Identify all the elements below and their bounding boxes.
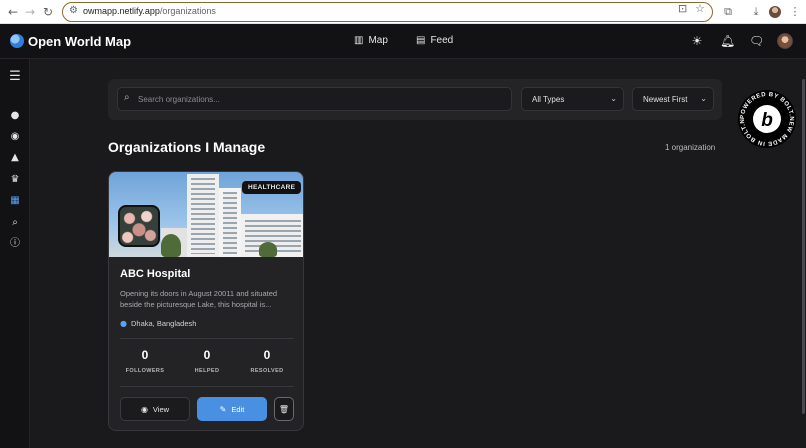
info-icon[interactable]: ⓘ: [7, 236, 23, 252]
chevron-down-icon: ⌄: [700, 94, 707, 103]
forward-icon[interactable]: →: [21, 3, 39, 21]
site-info-icon[interactable]: ⚙: [69, 5, 78, 16]
scrollbar-thumb[interactable]: [802, 79, 805, 414]
organization-icon[interactable]: ▦: [7, 193, 23, 209]
divider: [120, 386, 294, 387]
organization-count: 1 organization: [665, 143, 716, 152]
app-header: Open World Map ▥ Map ▤ Feed ☀ 🔔︎ 🗨︎: [0, 24, 806, 59]
browser-menu-icon[interactable]: ⋮: [787, 3, 803, 21]
view-button-label: View: [152, 404, 170, 414]
eye-icon: ◉: [140, 404, 148, 414]
compass-icon[interactable]: ◉: [7, 129, 23, 145]
type-select-value: All Types: [532, 95, 565, 104]
organization-description: Opening its doors in August 20011 and si…: [120, 289, 278, 309]
user-icon[interactable]: ●: [7, 108, 23, 124]
user-avatar[interactable]: [777, 33, 793, 49]
url-text: owmapp.netlify.app/organizations: [83, 6, 216, 16]
extensions-icon[interactable]: ⧉: [720, 3, 736, 21]
globe-logo-icon: [10, 34, 24, 48]
stat-value: 0: [141, 348, 149, 362]
stat-label: FOLLOWERS: [125, 368, 165, 374]
nav-feed[interactable]: ▤ Feed: [416, 35, 453, 46]
category-badge: HEALTHCARE: [242, 181, 302, 194]
map-icon: ▥: [354, 35, 364, 46]
trophy-icon[interactable]: ♛: [7, 172, 23, 188]
stat-helped: 0 HELPED: [177, 348, 237, 374]
url-path: /organizations: [159, 6, 216, 16]
organization-avatar: [118, 205, 160, 247]
chevron-down-icon: ⌄: [610, 94, 617, 103]
organization-location: ● Dhaka, Bangladesh: [120, 319, 196, 328]
search-icon[interactable]: ⌕: [7, 215, 23, 231]
search-icon: ⌕: [124, 92, 130, 103]
messages-icon[interactable]: 🗨︎: [749, 34, 764, 48]
sun-icon[interactable]: ☀: [690, 34, 704, 48]
sort-select-value: Newest First: [643, 95, 688, 104]
menu-icon[interactable]: ☰: [7, 69, 23, 85]
section-title: Organizations I Manage: [108, 139, 266, 155]
search-field[interactable]: ⌕: [117, 87, 512, 111]
reload-icon[interactable]: ↻: [39, 3, 57, 21]
back-icon[interactable]: ←: [4, 3, 22, 21]
nav-feed-label: Feed: [430, 35, 454, 46]
edit-button-label: Edit: [231, 404, 245, 414]
sort-select[interactable]: Newest First ⌄: [632, 87, 714, 111]
organization-card[interactable]: HEALTHCARE ABC Hospital Opening its door…: [108, 171, 304, 431]
stat-value: 0: [263, 348, 271, 362]
page-scrollbar[interactable]: [801, 59, 806, 448]
stat-followers: 0 FOLLOWERS: [115, 348, 175, 374]
bolt-logo-icon: b: [761, 110, 773, 131]
edit-button[interactable]: ✎ Edit: [197, 397, 267, 421]
newspaper-icon: ▤: [416, 35, 426, 46]
divider: [120, 338, 294, 339]
stat-label: HELPED: [194, 368, 220, 374]
alert-icon[interactable]: ▲: [7, 150, 23, 166]
browser-profile-avatar[interactable]: [769, 6, 781, 18]
view-button[interactable]: ◉ View: [120, 397, 190, 421]
nav-map[interactable]: ▥ Map: [354, 35, 388, 46]
address-bar[interactable]: ⚙ owmapp.netlify.app/organizations: [62, 2, 713, 22]
bolt-badge[interactable]: POWERED BY BOLT.NEW MADE IN BOLT.NEW b: [737, 89, 797, 149]
type-select[interactable]: All Types ⌄: [521, 87, 624, 111]
stat-value: 0: [203, 348, 211, 362]
location-pin-icon: ●: [120, 319, 127, 328]
pencil-icon: ✎: [219, 404, 227, 414]
trash-icon: 🗑︎: [278, 404, 290, 414]
stat-resolved: 0 RESOLVED: [237, 348, 297, 374]
bell-icon[interactable]: 🔔︎: [720, 34, 735, 48]
location-text: Dhaka, Bangladesh: [130, 319, 197, 328]
stat-label: RESOLVED: [250, 368, 284, 374]
nav-map-label: Map: [368, 35, 388, 46]
search-input[interactable]: [138, 91, 498, 107]
delete-button[interactable]: 🗑︎: [274, 397, 294, 421]
url-host: owmapp.netlify.app: [83, 6, 160, 16]
organization-name[interactable]: ABC Hospital: [120, 268, 190, 280]
browser-toolbar: ← → ↻ ⚙ owmapp.netlify.app/organizations…: [0, 0, 806, 24]
download-icon[interactable]: ⤓: [748, 3, 764, 21]
sidebar: ☰ ● ◉ ▲ ♛ ▦ ⌕ ⓘ: [0, 59, 30, 448]
bookmark-star-icon[interactable]: ☆: [695, 2, 705, 15]
install-app-icon[interactable]: ⊡: [678, 2, 687, 15]
app-title[interactable]: Open World Map: [28, 34, 131, 49]
